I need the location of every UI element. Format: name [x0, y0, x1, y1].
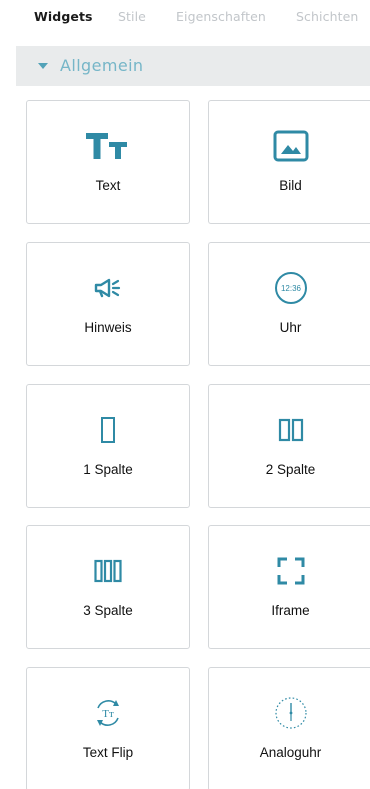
tab-bar: Widgets Stile Eigenschaften Schichten: [0, 0, 370, 36]
widget-card-uhr[interactable]: 12:36 Uhr: [208, 242, 370, 366]
three-column-icon: [27, 554, 189, 588]
widget-card-bild[interactable]: Bild: [208, 100, 370, 224]
widget-card-2-spalte[interactable]: 2 Spalte: [208, 384, 370, 508]
widget-card-hinweis[interactable]: Hinweis: [26, 242, 190, 366]
tab-stile[interactable]: Stile: [118, 9, 146, 24]
widget-label: Text: [95, 178, 121, 193]
section-title: Allgemein: [60, 56, 144, 75]
caret-down-icon: [38, 63, 48, 69]
text-flip-glyph: Tт: [102, 708, 114, 720]
widget-card-analoguhr[interactable]: Analoguhr: [208, 667, 370, 789]
tab-schichten[interactable]: Schichten: [296, 9, 358, 24]
widget-label: 2 Spalte: [265, 462, 316, 477]
clock-time-text: 12:36: [280, 284, 301, 293]
widget-label: Analoguhr: [259, 745, 322, 760]
analog-clock-icon: [209, 696, 370, 730]
one-column-icon: [27, 413, 189, 447]
image-icon: [209, 129, 370, 163]
tab-widgets[interactable]: Widgets: [34, 9, 93, 24]
widgets-panel: Widgets Stile Eigenschaften Schichten Al…: [0, 0, 370, 789]
two-column-icon: [209, 413, 370, 447]
widget-card-text[interactable]: Text: [26, 100, 190, 224]
widget-card-1-spalte[interactable]: 1 Spalte: [26, 384, 190, 508]
digital-clock-icon: 12:36: [209, 271, 370, 305]
text-size-icon: [27, 129, 189, 163]
section-header-allgemein[interactable]: Allgemein: [16, 46, 370, 86]
widget-label: Uhr: [279, 320, 302, 335]
widget-label: Hinweis: [84, 320, 132, 335]
iframe-corners-icon: [209, 554, 370, 588]
widget-label: 3 Spalte: [83, 603, 133, 618]
widget-label: Bild: [279, 178, 302, 193]
widget-card-3-spalte[interactable]: 3 Spalte: [26, 525, 190, 649]
widget-label: Iframe: [271, 603, 310, 618]
widget-card-iframe[interactable]: Iframe: [208, 525, 370, 649]
widget-label: 1 Spalte: [83, 462, 133, 477]
megaphone-icon: [27, 271, 189, 305]
widget-label: Text Flip: [82, 745, 134, 760]
tab-eigenschaften[interactable]: Eigenschaften: [176, 9, 266, 24]
text-flip-icon: Tт: [27, 696, 189, 730]
widget-card-text-flip[interactable]: Tт Text Flip: [26, 667, 190, 789]
